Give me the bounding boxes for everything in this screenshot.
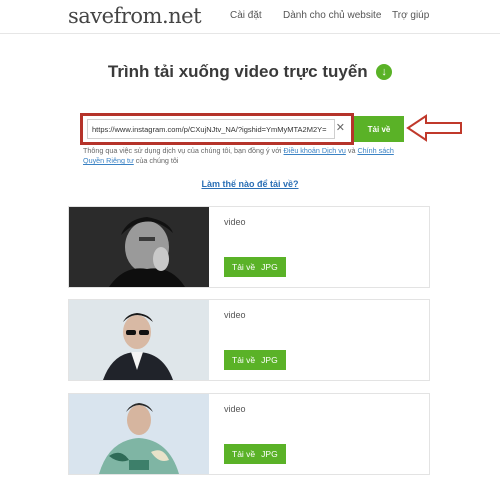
terms-text: Thông qua việc sử dụng dịch vụ của chúng… <box>83 146 394 165</box>
search-highlight-frame: ✕ <box>80 113 354 145</box>
close-icon[interactable]: ✕ <box>336 122 345 134</box>
top-header: savefrom.net Cài đặt Dành cho chủ websit… <box>0 0 500 34</box>
result-item: video Tải về JPG <box>68 393 430 475</box>
result-label: video <box>224 404 246 414</box>
url-input[interactable] <box>87 119 335 139</box>
terms-of-service-link[interactable]: Điều khoản Dịch vụ <box>284 146 346 155</box>
page-title: Trình tải xuống video trực tuyến <box>107 62 368 81</box>
result-label: video <box>224 310 246 320</box>
result-item: video Tải về JPG <box>68 206 430 288</box>
howto-wrap: Làm thế nào để tải về? <box>0 179 500 189</box>
video-thumbnail[interactable] <box>69 394 209 474</box>
nav-help[interactable]: Trợ giúp <box>392 10 429 21</box>
nav-for-webmasters[interactable]: Dành cho chủ website <box>283 10 381 21</box>
nav-settings[interactable]: Cài đặt <box>230 10 262 21</box>
download-circle-icon: ↓ <box>376 64 393 80</box>
site-logo[interactable]: savefrom.net <box>68 4 202 28</box>
video-thumbnail[interactable] <box>69 207 209 287</box>
result-download-button[interactable]: Tải về JPG <box>224 444 286 464</box>
result-download-button[interactable]: Tải về JPG <box>224 350 286 370</box>
video-thumbnail[interactable] <box>69 300 209 380</box>
result-item: video Tải về JPG <box>68 299 430 381</box>
result-label: video <box>224 217 246 227</box>
how-to-download-link[interactable]: Làm thế nào để tải về? <box>201 179 298 189</box>
pointer-arrow-icon <box>406 114 462 142</box>
page-title-wrap: Trình tải xuống video trực tuyến ↓ <box>0 62 500 82</box>
download-button[interactable]: Tải về <box>354 116 404 142</box>
result-download-button[interactable]: Tải về JPG <box>224 257 286 277</box>
